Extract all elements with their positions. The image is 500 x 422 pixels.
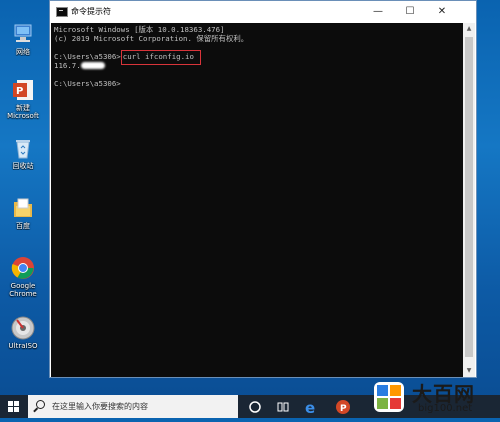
command-text: curl ifconfig.io (122, 52, 194, 61)
vertical-scrollbar[interactable]: ▲ ▼ (463, 23, 475, 377)
ip-output: 116.7. (54, 61, 81, 70)
start-button[interactable] (0, 395, 28, 418)
scroll-thumb[interactable] (465, 37, 473, 357)
cmd-icon (56, 7, 68, 17)
redaction-blur (80, 62, 105, 69)
desktop-icon-network[interactable]: 网络 (2, 22, 44, 56)
window-title: 命令提示符 (71, 7, 111, 16)
watermark-url: big100.net (418, 403, 473, 414)
desktop-icon-label: 百度 (16, 222, 30, 230)
folder-icon (11, 196, 35, 220)
desktop-icon-label: 新建 Microsoft (7, 104, 39, 120)
highlighted-command: curl ifconfig.io (120, 50, 201, 65)
cmd-window[interactable]: 命令提示符 — ☐ ✕ Microsoft Windows [版本 10.0.1… (49, 0, 477, 378)
desktop-icon-label: 回收站 (12, 162, 34, 170)
svg-text:P: P (16, 86, 23, 97)
ultraiso-icon (11, 316, 35, 340)
close-button[interactable]: ✕ (428, 1, 456, 23)
windows-logo-icon (8, 401, 19, 412)
edge-browser-icon[interactable]: e (302, 398, 320, 417)
search-placeholder: 在这里输入你要搜索的内容 (52, 402, 148, 411)
site-watermark: 大百网 big100.net (368, 376, 500, 418)
console-output[interactable]: Microsoft Windows [版本 10.0.18363.476] (c… (51, 23, 464, 377)
powerpoint-icon: P (11, 78, 35, 102)
console-line: 116.7. (54, 61, 461, 70)
taskbar-powerpoint-icon[interactable]: P (334, 398, 352, 416)
desktop-icon-label: Google Chrome (9, 282, 37, 298)
taskbar-search-box[interactable]: 在这里输入你要搜索的内容 (28, 395, 238, 418)
desktop-icon-ultraiso[interactable]: UltraISO (2, 316, 44, 350)
console-line: C:\Users\a5306> (54, 79, 121, 88)
search-icon (36, 400, 45, 409)
network-icon (11, 22, 35, 46)
desktop-icon-baidu-folder[interactable]: 百度 (2, 196, 44, 230)
desktop-icon-powerpoint[interactable]: P 新建 Microsoft (2, 78, 44, 120)
console-blank (54, 70, 461, 79)
desktop-icon-label: 网络 (16, 48, 30, 56)
console-line: Microsoft Windows [版本 10.0.18363.476] (54, 25, 225, 34)
console-line: (c) 2019 Microsoft Corporation. 保留所有权利。 (54, 34, 249, 43)
prompt: C:\Users\a5306> (54, 52, 121, 61)
console-line: C:\Users\a5306> curl ifconfig.io (54, 50, 461, 65)
desktop-icon-chrome[interactable]: Google Chrome (2, 256, 44, 298)
svg-text:e: e (305, 399, 315, 416)
desktop-icon-label: UltraISO (8, 342, 38, 350)
scroll-up-icon[interactable]: ▲ (463, 23, 475, 35)
chrome-icon (11, 256, 35, 280)
maximize-button[interactable]: ☐ (396, 1, 424, 23)
cortana-icon[interactable] (246, 398, 264, 416)
title-bar[interactable]: 命令提示符 — ☐ ✕ (50, 1, 476, 23)
task-view-icon[interactable] (274, 398, 292, 416)
console-blank (54, 43, 461, 52)
recycle-bin-icon (11, 136, 35, 160)
minimize-button[interactable]: — (364, 1, 392, 23)
svg-text:P: P (340, 404, 347, 414)
desktop-icon-recycle-bin[interactable]: 回收站 (2, 136, 44, 170)
